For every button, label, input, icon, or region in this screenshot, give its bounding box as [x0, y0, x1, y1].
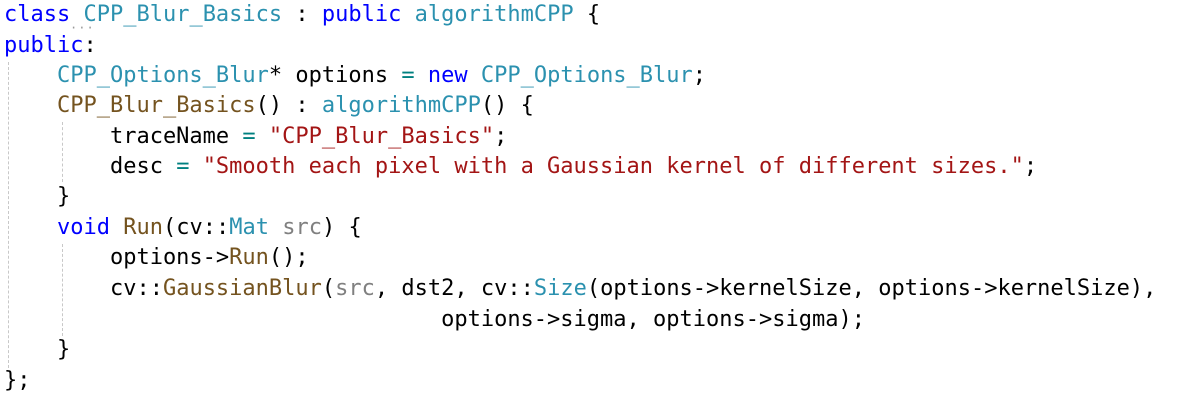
code-line[interactable]: void Run(cv::Mat src) {: [4, 213, 362, 243]
code-line[interactable]: traceName = "CPP_Blur_Basics";: [4, 122, 507, 152]
code-token-class-name: CPP_Options_Blur: [56, 63, 269, 88]
code-token-class-name: algorithmCPP: [321, 93, 481, 118]
code-token-text: desc: [4, 154, 177, 179]
code-token-text: }: [4, 184, 71, 209]
code-token-text: cv::: [4, 276, 163, 301]
code-token-function: Run: [229, 245, 269, 270]
code-token-text: (: [321, 276, 336, 301]
code-token-text: (options->kernelSize, options->kernelSiz…: [586, 276, 1157, 301]
code-token-text: {: [573, 2, 601, 27]
code-token-text: , dst2, cv::: [374, 276, 534, 301]
code-token-text: :: [282, 2, 322, 27]
code-token-string: "Smooth each pixel with a Gaussian kerne…: [202, 154, 1024, 179]
code-line[interactable]: }: [4, 182, 70, 212]
code-token-text: * options: [268, 63, 402, 88]
code-token-keyword: public: [321, 2, 402, 27]
code-token-text: };: [4, 368, 31, 393]
code-token-class-name: CPP_Blur_Basics: [83, 2, 283, 27]
code-line[interactable]: cv::GaussianBlur(src, dst2, cv::Size(opt…: [4, 274, 1156, 304]
code-token-text: }: [4, 337, 71, 362]
code-token-text: :: [83, 33, 97, 58]
code-token-text: () :: [255, 93, 322, 118]
code-token-text: ;: [494, 124, 508, 149]
code-line[interactable]: class CPP_Blur_Basics : public algorithm…: [4, 0, 600, 30]
code-token-keyword: public: [4, 33, 84, 58]
code-token-string: "CPP_Blur_Basics": [268, 124, 495, 149]
code-line[interactable]: desc = "Smooth each pixel with a Gaussia…: [4, 152, 1037, 182]
code-token-class-name: CPP_Options_Blur: [480, 63, 693, 88]
code-line[interactable]: CPP_Options_Blur* options = new CPP_Opti…: [4, 61, 706, 91]
code-token-class-name: Size: [533, 276, 587, 301]
code-token-text: options->: [4, 245, 230, 270]
code-token-operator: =: [242, 124, 256, 149]
code-token-function: Run: [123, 215, 163, 240]
code-line[interactable]: };: [4, 366, 31, 396]
code-token-keyword: void: [56, 215, 110, 240]
code-editor[interactable]: ··· class CPP_Blur_Basics : public algor…: [0, 0, 1195, 402]
code-token-text: ();: [268, 245, 309, 270]
code-line[interactable]: options->sigma, options->sigma);: [4, 305, 865, 335]
code-token-text: options->sigma, options->sigma);: [4, 307, 865, 332]
code-token-keyword: new: [427, 63, 468, 88]
code-line[interactable]: options->Run();: [4, 243, 309, 273]
code-token-keyword: class: [4, 2, 71, 27]
code-token-text: (cv::: [162, 215, 230, 240]
code-token-text: ;: [692, 63, 707, 88]
code-token-text: ) {: [321, 215, 362, 240]
code-line[interactable]: public:: [4, 31, 97, 61]
code-token-function: GaussianBlur: [162, 276, 322, 301]
code-token-operator: =: [176, 154, 190, 179]
code-token-operator: =: [401, 63, 415, 88]
code-token-class-name: Mat: [229, 215, 269, 240]
code-token-param: src: [335, 276, 375, 301]
code-token-text: ;: [1023, 154, 1038, 179]
code-token-text: () {: [480, 93, 534, 118]
code-token-class-name: algorithmCPP: [414, 2, 574, 27]
code-token-function: CPP_Blur_Basics: [56, 93, 256, 118]
code-token-param: src: [282, 215, 322, 240]
code-token-text: traceName: [4, 124, 243, 149]
code-line[interactable]: CPP_Blur_Basics() : algorithmCPP() {: [4, 91, 534, 121]
code-line[interactable]: }: [4, 335, 70, 365]
